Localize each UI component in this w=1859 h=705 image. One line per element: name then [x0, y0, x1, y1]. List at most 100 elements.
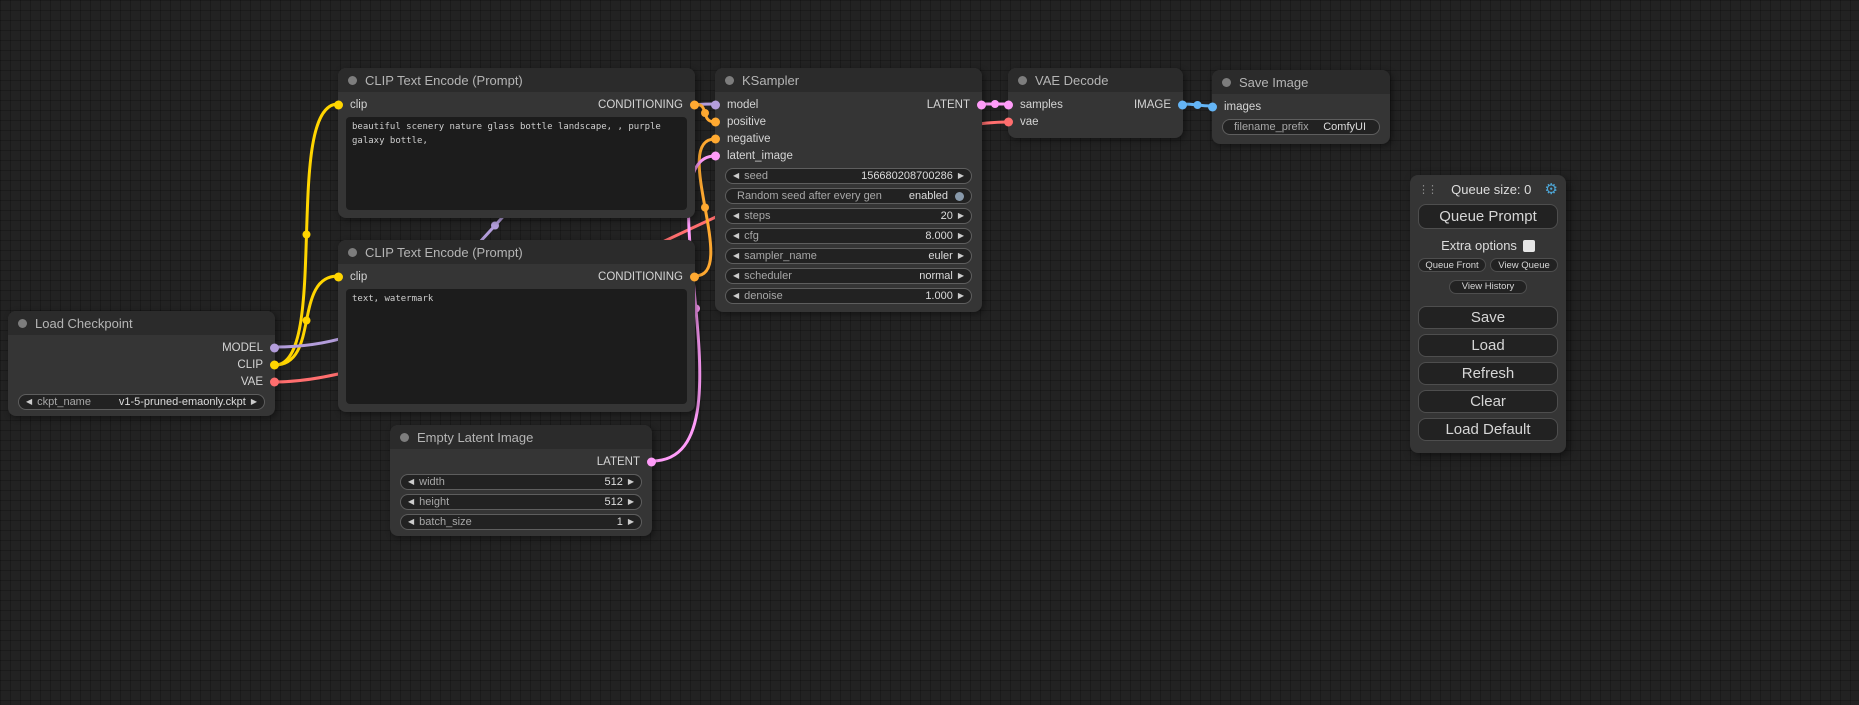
decrement-arrow-icon[interactable]: ◀	[408, 518, 414, 526]
image-output-dot[interactable]	[1178, 100, 1187, 109]
load-button[interactable]: Load	[1418, 334, 1558, 357]
node-load-checkpoint[interactable]: Load Checkpoint MODEL CLIP VAE ◀ ckpt_na…	[8, 311, 275, 416]
scheduler-widget[interactable]: ◀ scheduler normal ▶	[725, 268, 972, 284]
node-title-bar[interactable]: KSampler	[715, 68, 982, 92]
decrement-arrow-icon[interactable]: ◀	[733, 272, 739, 280]
node-ksampler[interactable]: KSampler model LATENT positive negative …	[715, 68, 982, 312]
latent-image-input-dot[interactable]	[711, 151, 720, 160]
prompt-textarea[interactable]: text, watermark	[346, 289, 687, 404]
seed-widget[interactable]: ◀ seed 156680208700286 ▶	[725, 168, 972, 184]
prompt-textarea[interactable]: beautiful scenery nature glass bottle la…	[346, 117, 687, 210]
output-port-clip[interactable]: CLIP	[8, 356, 275, 373]
negative-input-dot[interactable]	[711, 134, 720, 143]
model-port-dot[interactable]	[270, 343, 279, 352]
output-port-model[interactable]: MODEL	[8, 339, 275, 356]
link-midpoint-dot[interactable]	[303, 231, 311, 239]
input-port-vae[interactable]: vae	[1008, 113, 1183, 130]
view-queue-button[interactable]: View Queue	[1490, 258, 1558, 272]
collapse-dot[interactable]	[1222, 78, 1231, 87]
filename-prefix-widget[interactable]: filename_prefix ComfyUI	[1222, 119, 1380, 135]
node-clip-text-encode-positive[interactable]: CLIP Text Encode (Prompt) clip CONDITION…	[338, 68, 695, 218]
collapse-dot[interactable]	[725, 76, 734, 85]
node-empty-latent-image[interactable]: Empty Latent Image LATENT ◀ width 512 ▶ …	[390, 425, 652, 536]
load-default-button[interactable]: Load Default	[1418, 418, 1558, 441]
increment-arrow-icon[interactable]: ▶	[958, 252, 964, 260]
collapse-dot[interactable]	[348, 76, 357, 85]
latent-output-dot[interactable]	[977, 100, 986, 109]
decrement-arrow-icon[interactable]: ◀	[733, 212, 739, 220]
vae-port-dot[interactable]	[270, 377, 279, 386]
link-midpoint-dot[interactable]	[701, 204, 709, 212]
width-widget[interactable]: ◀ width 512 ▶	[400, 474, 642, 490]
drag-handle-icon[interactable]: ⋮⋮	[1418, 183, 1438, 196]
decrement-arrow-icon[interactable]: ◀	[26, 398, 32, 406]
latent-port-dot[interactable]	[647, 457, 656, 466]
increment-arrow-icon[interactable]: ▶	[251, 398, 257, 406]
sampler-name-widget[interactable]: ◀ sampler_name euler ▶	[725, 248, 972, 264]
node-title-bar[interactable]: VAE Decode	[1008, 68, 1183, 92]
increment-arrow-icon[interactable]: ▶	[628, 518, 634, 526]
view-history-button[interactable]: View History	[1449, 280, 1528, 294]
toggle-on-dot[interactable]	[955, 192, 964, 201]
samples-input-dot[interactable]	[1004, 100, 1013, 109]
decrement-arrow-icon[interactable]: ◀	[733, 172, 739, 180]
decrement-arrow-icon[interactable]: ◀	[733, 292, 739, 300]
input-port-latent-image[interactable]: latent_image	[715, 147, 982, 164]
extra-options-checkbox[interactable]	[1523, 240, 1535, 252]
positive-input-dot[interactable]	[711, 117, 720, 126]
clip-input-dot[interactable]	[334, 272, 343, 281]
increment-arrow-icon[interactable]: ▶	[958, 292, 964, 300]
increment-arrow-icon[interactable]: ▶	[958, 172, 964, 180]
images-input-dot[interactable]	[1208, 102, 1217, 111]
link-midpoint-dot[interactable]	[991, 100, 999, 108]
decrement-arrow-icon[interactable]: ◀	[733, 252, 739, 260]
denoise-widget[interactable]: ◀ denoise 1.000 ▶	[725, 288, 972, 304]
input-port-positive[interactable]: positive	[715, 113, 982, 130]
node-title-bar[interactable]: Save Image	[1212, 70, 1390, 94]
increment-arrow-icon[interactable]: ▶	[958, 232, 964, 240]
increment-arrow-icon[interactable]: ▶	[958, 212, 964, 220]
batch-size-widget[interactable]: ◀ batch_size 1 ▶	[400, 514, 642, 530]
save-button[interactable]: Save	[1418, 306, 1558, 329]
node-title-bar[interactable]: CLIP Text Encode (Prompt)	[338, 240, 695, 264]
increment-arrow-icon[interactable]: ▶	[628, 498, 634, 506]
decrement-arrow-icon[interactable]: ◀	[408, 478, 414, 486]
node-title-bar[interactable]: CLIP Text Encode (Prompt)	[338, 68, 695, 92]
node-title-bar[interactable]: Empty Latent Image	[390, 425, 652, 449]
output-port-latent[interactable]: LATENT	[390, 453, 652, 470]
queue-prompt-button[interactable]: Queue Prompt	[1418, 204, 1558, 229]
conditioning-output-dot[interactable]	[690, 100, 699, 109]
steps-widget[interactable]: ◀ steps 20 ▶	[725, 208, 972, 224]
model-input-dot[interactable]	[711, 100, 720, 109]
clear-button[interactable]: Clear	[1418, 390, 1558, 413]
decrement-arrow-icon[interactable]: ◀	[733, 232, 739, 240]
node-title-bar[interactable]: Load Checkpoint	[8, 311, 275, 335]
collapse-dot[interactable]	[18, 319, 27, 328]
height-widget[interactable]: ◀ height 512 ▶	[400, 494, 642, 510]
increment-arrow-icon[interactable]: ▶	[628, 478, 634, 486]
node-clip-text-encode-negative[interactable]: CLIP Text Encode (Prompt) clip CONDITION…	[338, 240, 695, 412]
collapse-dot[interactable]	[1018, 76, 1027, 85]
conditioning-output-dot[interactable]	[690, 272, 699, 281]
decrement-arrow-icon[interactable]: ◀	[408, 498, 414, 506]
input-port-negative[interactable]: negative	[715, 130, 982, 147]
refresh-button[interactable]: Refresh	[1418, 362, 1558, 385]
node-save-image[interactable]: Save Image images filename_prefix ComfyU…	[1212, 70, 1390, 144]
input-port-images[interactable]: images	[1212, 98, 1390, 115]
output-port-vae[interactable]: VAE	[8, 373, 275, 390]
increment-arrow-icon[interactable]: ▶	[958, 272, 964, 280]
settings-gear-icon[interactable]: ⚙	[1545, 182, 1558, 197]
node-vae-decode[interactable]: VAE Decode samples IMAGE vae	[1008, 68, 1183, 138]
ckpt-name-widget[interactable]: ◀ ckpt_name v1-5-pruned-emaonly.ckpt ▶	[18, 394, 265, 410]
clip-input-dot[interactable]	[334, 100, 343, 109]
link-midpoint-dot[interactable]	[303, 317, 311, 325]
random-seed-toggle-widget[interactable]: Random seed after every gen enabled	[725, 188, 972, 204]
vae-input-dot[interactable]	[1004, 117, 1013, 126]
link-midpoint-dot[interactable]	[701, 109, 709, 117]
link-midpoint-dot[interactable]	[1194, 101, 1202, 109]
collapse-dot[interactable]	[400, 433, 409, 442]
link-midpoint-dot[interactable]	[491, 222, 499, 230]
cfg-widget[interactable]: ◀ cfg 8.000 ▶	[725, 228, 972, 244]
clip-port-dot[interactable]	[270, 360, 279, 369]
collapse-dot[interactable]	[348, 248, 357, 257]
